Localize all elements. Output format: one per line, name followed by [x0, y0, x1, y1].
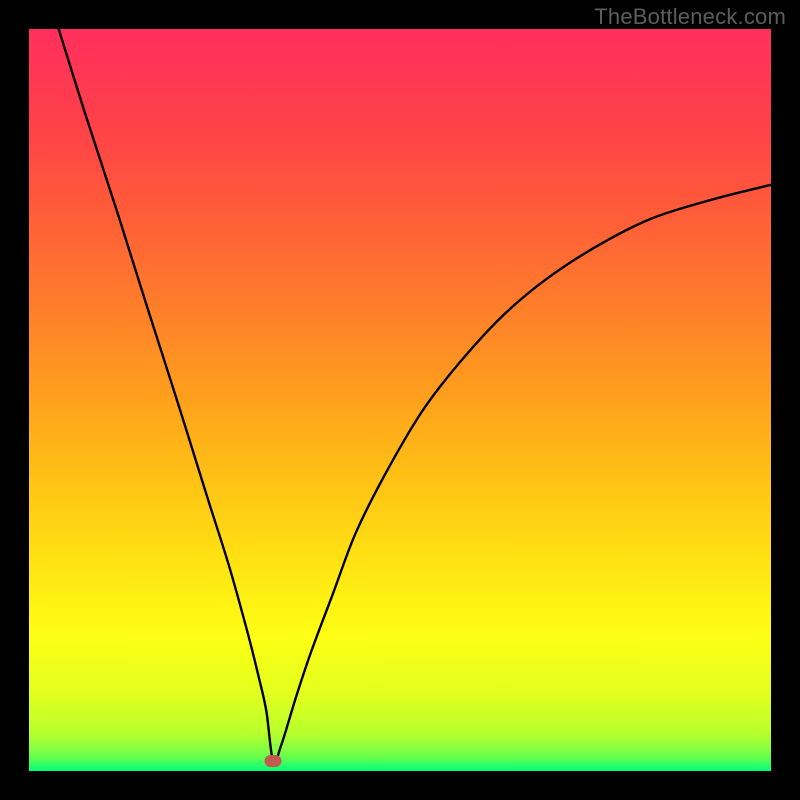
marker-min	[265, 755, 282, 767]
chart-frame: TheBottleneck.com	[0, 0, 800, 800]
watermark-text: TheBottleneck.com	[594, 4, 786, 30]
curve-svg	[29, 29, 771, 771]
curve-path	[59, 29, 771, 763]
plot-area	[29, 29, 771, 771]
